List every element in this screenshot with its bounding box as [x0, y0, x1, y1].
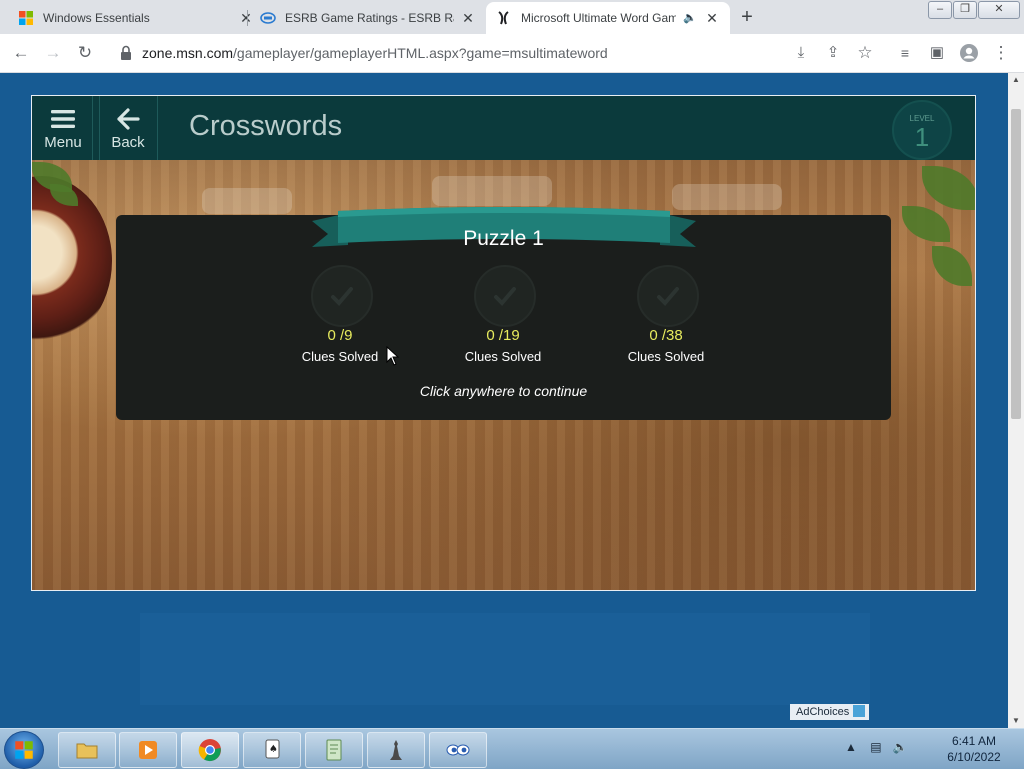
clues-solved-label: Clues Solved	[627, 349, 705, 364]
scroll-up-arrow-icon[interactable]: ▲	[1008, 73, 1024, 87]
browser-toolbar: ← → ↻ zone.msn.com/gameplayer/gameplayer…	[0, 34, 1024, 73]
back-arrow-icon	[117, 108, 140, 130]
document-icon	[326, 739, 342, 761]
install-app-icon[interactable]: ⤓	[790, 43, 812, 63]
reload-icon[interactable]: ↻	[74, 43, 96, 63]
chess-piece-icon	[390, 740, 402, 760]
tab-label: ESRB Game Ratings - ESRB Ratin	[285, 11, 454, 25]
tab-esrb-ratings[interactable]: ESRB Game Ratings - ESRB Ratin ✕	[250, 2, 486, 34]
kebab-menu-icon[interactable]: ⋮	[990, 43, 1012, 63]
leaf-decoration	[932, 246, 972, 286]
level-badge: LEVEL 1	[892, 100, 952, 160]
adchoices-label: AdChoices	[796, 706, 850, 718]
tab-separator	[247, 10, 248, 26]
url-host: zone.msn.com	[142, 45, 234, 61]
profile-avatar-icon[interactable]	[958, 43, 980, 63]
ad-banner-area[interactable]	[140, 613, 870, 705]
game-frame[interactable]: Menu Back Crosswords LEVEL 1 Puzzle 1 0 …	[31, 95, 976, 591]
page-scrollbar[interactable]: ▲ ▼	[1008, 73, 1024, 728]
taskbar-eyes-app[interactable]	[429, 732, 487, 768]
clues-score: 0 /19	[486, 327, 520, 344]
minimize-button[interactable]: –	[928, 1, 952, 19]
zone-game-icon	[498, 11, 509, 25]
puzzle-title: Puzzle 1	[463, 227, 544, 250]
tab-windows-essentials[interactable]: Windows Essentials ✕	[8, 2, 264, 34]
tab-ultimate-word-game[interactable]: Microsoft Ultimate Word Game 🔈 ✕	[486, 2, 730, 34]
checkmark-medal-icon	[637, 265, 699, 327]
game-title: Crosswords	[189, 110, 343, 142]
media-player-icon	[139, 741, 157, 759]
blurred-tile-decoration	[432, 176, 552, 206]
url-text[interactable]: zone.msn.com/gameplayer/gameplayerHTML.a…	[142, 45, 608, 61]
adchoices-icon	[853, 705, 866, 717]
leaf-decoration	[922, 166, 975, 210]
close-window-button[interactable]: ✕	[978, 1, 1020, 19]
page-body: Menu Back Crosswords LEVEL 1 Puzzle 1 0 …	[0, 73, 1008, 728]
menu-label: Menu	[44, 134, 82, 151]
folder-icon	[76, 743, 98, 759]
esrb-site-icon	[260, 12, 276, 24]
tab-label: Windows Essentials	[43, 11, 150, 25]
lock-icon[interactable]	[118, 44, 134, 62]
share-icon[interactable]: ⇪	[822, 43, 844, 63]
checkmark-medal-icon	[474, 265, 536, 327]
adchoices-link[interactable]: AdChoices	[790, 704, 870, 720]
network-icon[interactable]: ▤	[870, 740, 881, 754]
hamburger-menu-icon	[51, 110, 75, 128]
svg-text:♠: ♠	[269, 744, 278, 755]
bookmark-star-icon[interactable]: ☆	[854, 43, 876, 63]
side-panel-icon[interactable]: ▣	[926, 43, 948, 63]
taskbar-file-explorer[interactable]	[58, 732, 116, 768]
show-hidden-icons-icon[interactable]: ▲	[845, 740, 857, 754]
continue-prompt[interactable]: Click anywhere to continue	[116, 383, 891, 399]
clock-date: 6/10/2022	[947, 750, 1001, 764]
close-tab-icon[interactable]: ✕	[460, 10, 476, 26]
windows-logo-icon	[15, 741, 33, 759]
taskbar-solitaire[interactable]: ♠	[243, 732, 301, 768]
level-number: 1	[914, 122, 930, 152]
scrollbar-thumb[interactable]	[1011, 109, 1021, 419]
back-label: Back	[111, 134, 145, 151]
clues-score: 0 /9	[327, 327, 353, 344]
system-tray: ▲ ▤ 🔈	[845, 740, 908, 754]
taskbar-chrome[interactable]	[181, 732, 239, 768]
url-path: /gameplayer/gameplayerHTML.aspx?game=msu…	[233, 45, 608, 61]
taskbar-media-player[interactable]	[119, 732, 177, 768]
clues-solved-label: Clues Solved	[301, 349, 379, 364]
volume-icon[interactable]: 🔈	[893, 740, 908, 754]
windows-logo-icon	[19, 11, 33, 25]
back-button[interactable]: Back	[99, 96, 157, 160]
header-divider	[92, 96, 93, 160]
restore-button[interactable]: ❐	[953, 1, 977, 19]
taskbar-chess[interactable]	[367, 732, 425, 768]
game-header-bar: Menu Back Crosswords LEVEL 1	[32, 96, 975, 160]
puzzle-results-panel[interactable]: Puzzle 1 0 /9 0 /19 0 /38 Clues Solved C…	[116, 207, 891, 420]
eyes-icon	[446, 744, 470, 756]
taskbar-notes-app[interactable]	[305, 732, 363, 768]
browser-tab-strip: Windows Essentials ✕ ESRB Game Ratings -…	[0, 0, 1024, 34]
leaf-decoration	[902, 206, 950, 242]
media-control-icon[interactable]: ≡	[894, 43, 916, 63]
clues-solved-label: Clues Solved	[464, 349, 542, 364]
address-bar[interactable]: zone.msn.com/gameplayer/gameplayerHTML.a…	[108, 38, 892, 68]
close-tab-icon[interactable]: ✕	[704, 10, 720, 26]
clock-time: 6:41 AM	[951, 734, 997, 748]
back-arrow-icon[interactable]: ←	[10, 43, 32, 63]
start-button[interactable]	[4, 731, 44, 769]
forward-arrow-icon[interactable]: →	[42, 43, 64, 63]
header-divider	[157, 96, 158, 160]
mouse-pointer-icon	[386, 346, 400, 366]
menu-button[interactable]: Menu	[34, 96, 92, 160]
clues-score: 0 /38	[649, 327, 683, 344]
blurred-tile-decoration	[202, 188, 292, 214]
scroll-down-arrow-icon[interactable]: ▼	[1008, 714, 1024, 728]
checkmark-medal-icon	[311, 265, 373, 327]
system-clock[interactable]: 6:41 AM 6/10/2022	[932, 733, 1016, 765]
playing-cards-icon: ♠	[265, 739, 280, 759]
windows-taskbar: ♠ ▲ ▤ 🔈 6:41 AM 6/10/2022	[0, 728, 1024, 769]
chrome-icon	[198, 739, 221, 762]
new-tab-button[interactable]: +	[736, 6, 758, 28]
tab-label: Microsoft Ultimate Word Game	[521, 11, 676, 25]
speaker-audio-icon[interactable]: 🔈	[682, 10, 698, 26]
